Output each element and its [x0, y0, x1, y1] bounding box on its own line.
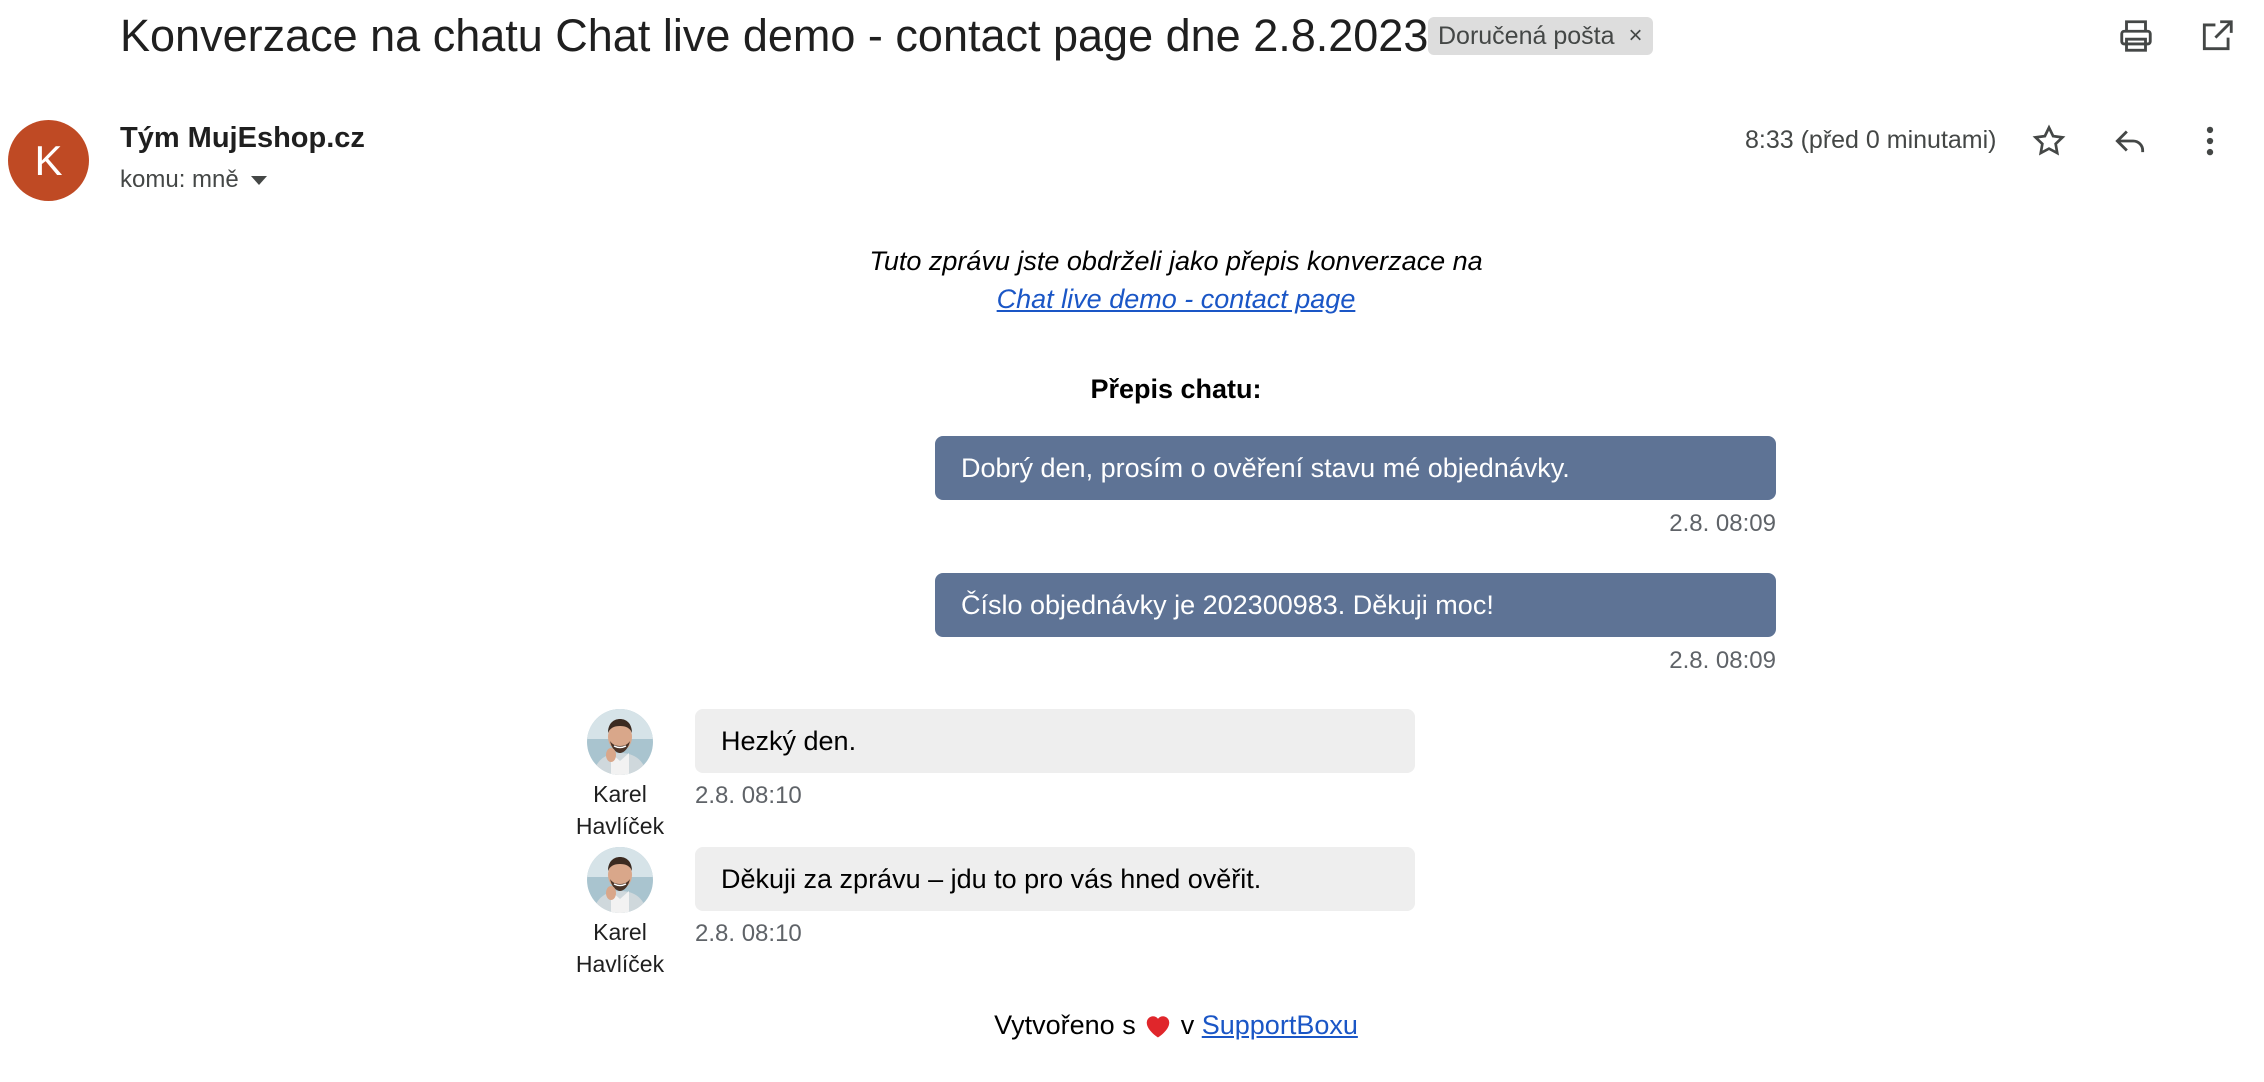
agent-name: Karel Havlíček	[575, 919, 665, 977]
message-time: 2.8. 08:09	[1669, 510, 1776, 537]
email-subject: Konverzace na chatu Chat live demo - con…	[120, 10, 1429, 61]
chat-heading: Přepis chatu:	[1090, 374, 1262, 404]
heart-icon	[1146, 1016, 1170, 1038]
footer-credit: Vytvořeno s v SupportBoxu	[0, 1010, 2264, 1041]
footer-prefix: Vytvořeno s	[994, 1010, 1136, 1040]
recipient-text: komu: mně	[120, 166, 239, 193]
customer-message-bubble: Číslo objednávky je 202300983. Děkuji mo…	[935, 573, 1776, 637]
star-icon[interactable]	[2025, 117, 2073, 165]
agent-name: Karel Havlíček	[575, 781, 665, 839]
email-timestamp: 8:33 (před 0 minutami)	[1745, 126, 1997, 154]
label-chip-inbox[interactable]: Doručená pošta ×	[1428, 17, 1653, 55]
message-time: 2.8. 08:09	[1669, 647, 1776, 674]
more-options-icon[interactable]	[2186, 117, 2234, 165]
remove-label-icon[interactable]: ×	[1629, 22, 1643, 50]
reply-icon[interactable]	[2106, 117, 2154, 165]
chat-page-link-wrapper: Chat live demo - contact page	[0, 284, 2264, 315]
print-icon[interactable]	[2112, 12, 2160, 60]
message-time: 2.8. 08:10	[695, 782, 802, 809]
agent-avatar	[587, 847, 653, 913]
sender-avatar: K	[8, 120, 89, 201]
agent-avatar	[587, 709, 653, 775]
sender-name: Tým MujEshop.cz	[120, 122, 365, 154]
chat-page-link[interactable]: Chat live demo - contact page	[997, 284, 1356, 314]
recipient-line: komu: mně	[120, 166, 267, 194]
footer-mid: v	[1180, 1010, 1195, 1040]
transcript-intro: Tuto zprávu jste obdrželi jako přepis ko…	[869, 246, 1483, 276]
label-chip-text: Doručená pošta	[1438, 21, 1615, 50]
show-details-chevron-icon[interactable]	[250, 175, 267, 185]
open-in-new-window-icon[interactable]	[2193, 12, 2241, 60]
agent-message-bubble: Hezký den.	[695, 709, 1415, 773]
supportbox-link[interactable]: SupportBoxu	[1202, 1010, 1358, 1040]
customer-message-bubble: Dobrý den, prosím o ověření stavu mé obj…	[935, 436, 1776, 500]
agent-message-bubble: Děkuji za zprávu – jdu to pro vás hned o…	[695, 847, 1415, 911]
message-time: 2.8. 08:10	[695, 920, 802, 947]
